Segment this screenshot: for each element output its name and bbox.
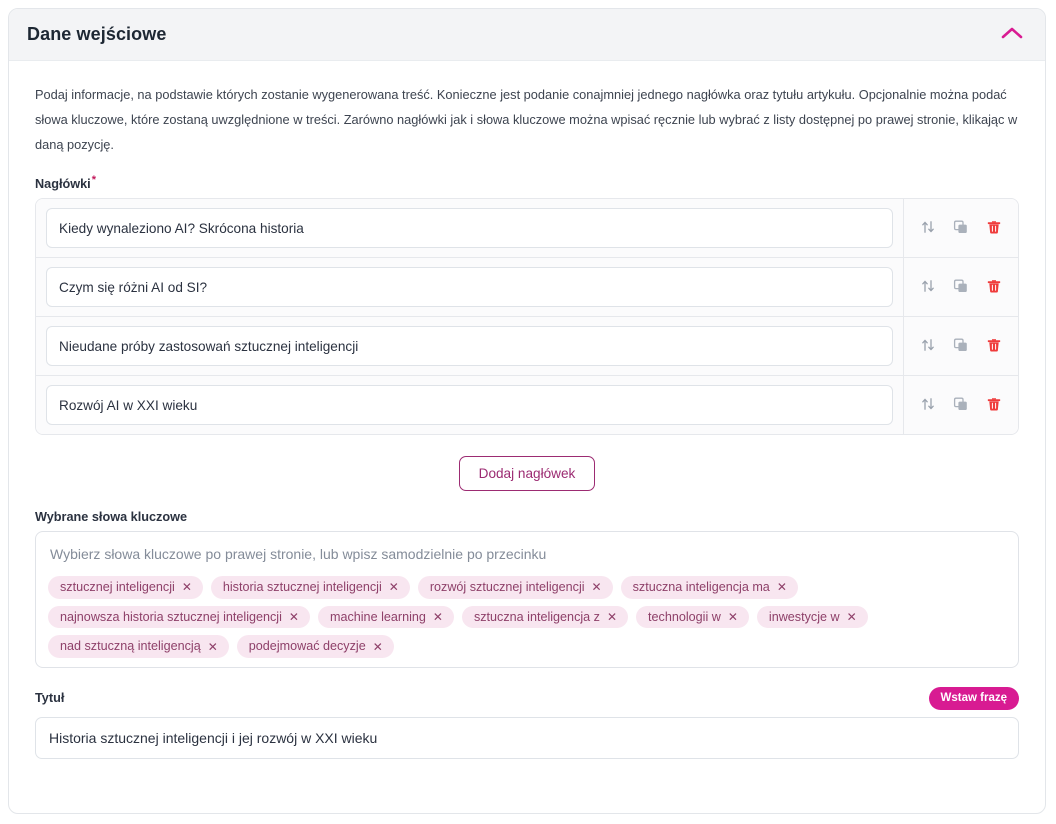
delete-button-2[interactable] [981, 274, 1007, 300]
delete-icon [986, 219, 1002, 238]
heading-input-wrap [36, 317, 903, 375]
reorder-button-1[interactable] [915, 215, 941, 241]
duplicate-button-4[interactable] [948, 392, 974, 418]
keyword-chip[interactable]: technologii w ✕ [636, 605, 749, 629]
reorder-button-3[interactable] [915, 333, 941, 359]
chevron-up-icon [1000, 26, 1024, 43]
duplicate-icon [953, 219, 969, 238]
keyword-chip-list: sztucznej inteligencji ✕ historia sztuczn… [48, 576, 1006, 658]
delete-button-1[interactable] [981, 215, 1007, 241]
heading-actions-1 [903, 199, 1018, 258]
remove-chip-icon[interactable]: ✕ [592, 581, 602, 593]
remove-chip-icon[interactable]: ✕ [208, 641, 218, 653]
keyword-chip[interactable]: machine learning ✕ [317, 605, 454, 629]
table-row [36, 376, 1018, 435]
reorder-icon [920, 278, 936, 297]
delete-icon [986, 396, 1002, 415]
panel-header: Dane wejściowe [9, 9, 1045, 61]
remove-chip-icon[interactable]: ✕ [373, 641, 383, 653]
intro-description: Podaj informacje, na podstawie których z… [35, 87, 1018, 152]
keyword-chip[interactable]: nad sztuczną inteligencją ✕ [48, 635, 229, 658]
heading-actions-3 [903, 317, 1018, 376]
keyword-chip[interactable]: inwestycje w ✕ [756, 605, 868, 629]
reorder-button-2[interactable] [915, 274, 941, 300]
keyword-chip[interactable]: rozwój sztucznej inteligencji ✕ [417, 576, 613, 599]
duplicate-button-1[interactable] [948, 215, 974, 241]
reorder-icon [920, 219, 936, 238]
headings-label: Nagłówki* [35, 174, 1019, 191]
table-row [36, 258, 1018, 318]
duplicate-button-2[interactable] [948, 274, 974, 300]
remove-chip-icon[interactable]: ✕ [182, 581, 192, 593]
keywords-placeholder[interactable]: Wybierz słowa kluczowe po prawej stronie… [48, 544, 1006, 576]
keyword-chip[interactable]: najnowsza historia sztucznej inteligencj… [48, 605, 310, 629]
delete-button-3[interactable] [981, 333, 1007, 359]
keywords-label: Wybrane słowa kluczowe [35, 510, 188, 525]
duplicate-icon [953, 396, 969, 415]
heading-actions-2 [903, 258, 1018, 317]
keyword-chip[interactable]: sztuczna inteligencja z ✕ [461, 605, 629, 629]
insert-phrase-button[interactable]: Wstaw frazę [928, 686, 1019, 710]
keyword-chip-label: sztuczna inteligencja z [473, 609, 600, 624]
keyword-chip-label: nad sztuczną inteligencją [60, 639, 201, 654]
keyword-chip[interactable]: sztucznej inteligencji ✕ [48, 576, 203, 599]
duplicate-icon [953, 278, 969, 297]
remove-chip-icon[interactable]: ✕ [607, 611, 617, 623]
keyword-chip[interactable]: sztuczna inteligencja ma ✕ [620, 576, 798, 599]
title-input[interactable] [35, 716, 1019, 759]
panel-body: Podaj informacje, na podstawie których z… [9, 61, 1045, 759]
headings-label-text: Nagłówki [35, 177, 91, 192]
heading-actions-4 [903, 376, 1018, 435]
title-label: Tytuł [35, 691, 65, 706]
add-heading-button[interactable]: Dodaj nagłówek [458, 456, 596, 492]
title-field-header: Tytuł Wstaw frazę [35, 686, 1019, 710]
keyword-chip-label: inwestycje w [768, 609, 840, 624]
page-title: Dane wejściowe [27, 24, 167, 44]
delete-icon [986, 278, 1002, 297]
keyword-chip-label: machine learning [329, 609, 426, 624]
heading-input-wrap [36, 376, 903, 434]
heading-input-1[interactable] [46, 208, 893, 249]
remove-chip-icon[interactable]: ✕ [433, 611, 443, 623]
required-marker: * [91, 173, 96, 186]
keyword-chip-label: rozwój sztucznej inteligencji [429, 580, 585, 595]
duplicate-icon [953, 337, 969, 356]
remove-chip-icon[interactable]: ✕ [777, 581, 787, 593]
table-row [36, 317, 1018, 377]
keyword-chip-label: podejmować decyzje [248, 639, 366, 654]
reorder-icon [920, 337, 936, 356]
heading-input-wrap [36, 199, 903, 257]
keyword-chip-label: technologii w [648, 609, 721, 624]
remove-chip-icon[interactable]: ✕ [389, 581, 399, 593]
keywords-field[interactable]: Wybierz słowa kluczowe po prawej stronie… [35, 531, 1019, 668]
reorder-icon [920, 396, 936, 415]
collapse-panel-button[interactable] [995, 18, 1029, 52]
keyword-chip-label: sztucznej inteligencji [60, 580, 175, 595]
heading-input-wrap [36, 258, 903, 316]
add-heading-row: Dodaj nagłówek [35, 456, 1019, 492]
keyword-chip-label: sztuczna inteligencja ma [632, 580, 770, 595]
delete-icon [986, 337, 1002, 356]
reorder-button-4[interactable] [915, 392, 941, 418]
remove-chip-icon[interactable]: ✕ [289, 611, 299, 623]
heading-input-4[interactable] [46, 385, 893, 426]
delete-button-4[interactable] [981, 392, 1007, 418]
keyword-chip-label: historia sztucznej inteligencji [222, 580, 382, 595]
remove-chip-icon[interactable]: ✕ [728, 611, 738, 623]
duplicate-button-3[interactable] [948, 333, 974, 359]
remove-chip-icon[interactable]: ✕ [847, 611, 857, 623]
keyword-chip[interactable]: podejmować decyzje ✕ [236, 635, 394, 658]
keyword-chip-label: najnowsza historia sztucznej inteligencj… [60, 609, 282, 624]
input-data-panel: Dane wejściowe Podaj informacje, na pods… [8, 8, 1046, 814]
table-row [36, 199, 1018, 259]
heading-input-2[interactable] [46, 267, 893, 308]
heading-input-3[interactable] [46, 326, 893, 367]
headings-list [35, 198, 1019, 436]
keyword-chip[interactable]: historia sztucznej inteligencji ✕ [210, 576, 410, 599]
